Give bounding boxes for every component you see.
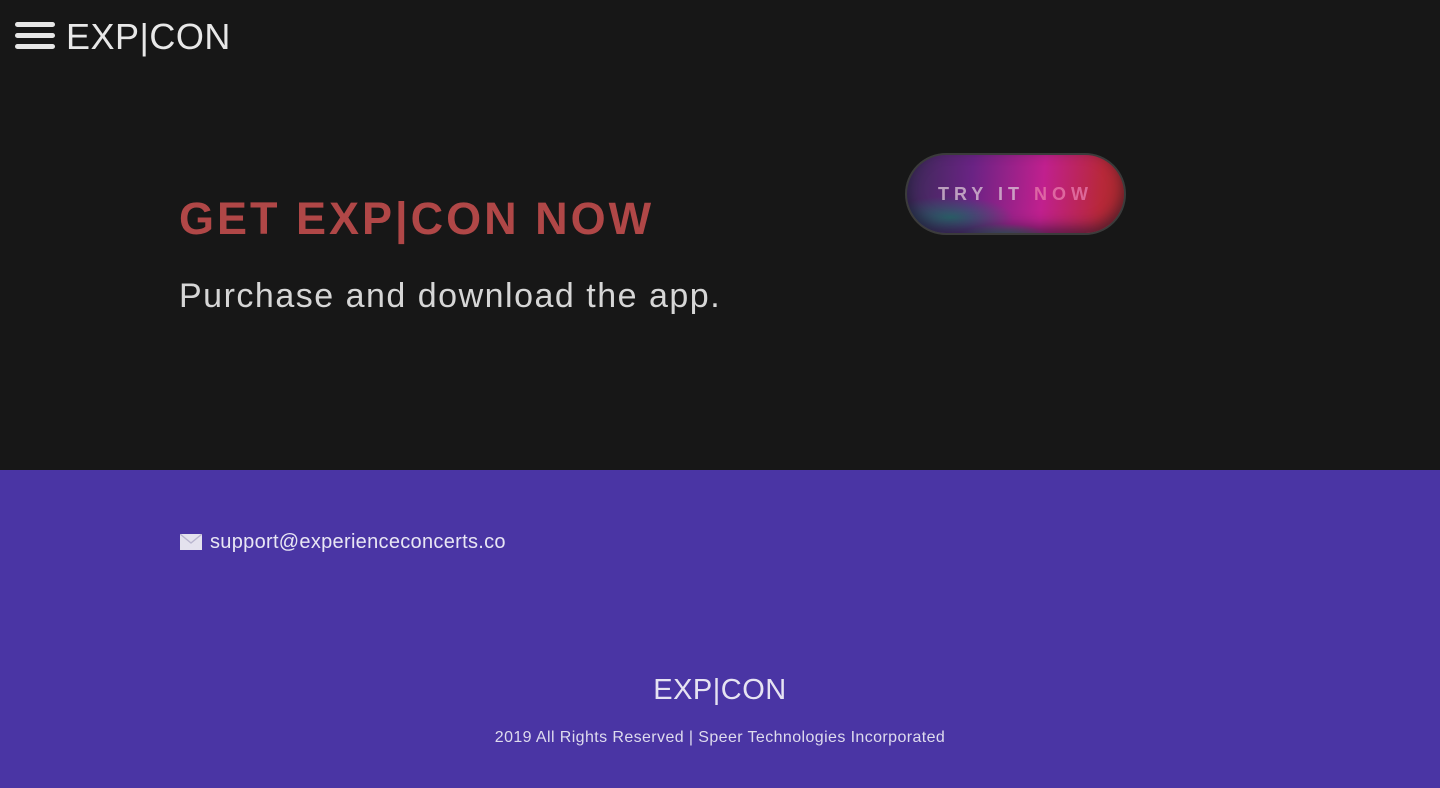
hero-subline: Purchase and download the app. [179, 277, 722, 315]
header-logo[interactable]: EXP|CON [66, 16, 231, 58]
footer: support@experienceconcerts.co EXP|CON 20… [0, 470, 1440, 788]
try-button-label-part1: TRY IT [937, 183, 1034, 204]
hero-headline: GET EXP|CON NOW [179, 193, 655, 244]
try-it-now-button[interactable]: TRY IT NOW [905, 153, 1126, 235]
footer-logo: EXP|CON [653, 674, 787, 706]
hero-section: EXP|CON GET EXP|CON NOW Purchase and dow… [0, 0, 1440, 470]
menu-line [15, 44, 55, 49]
try-button-label-part2: NOW [1034, 183, 1093, 204]
envelope-icon [180, 534, 202, 550]
menu-line [15, 33, 55, 38]
copyright-text: 2019 All Rights Reserved | Speer Technol… [494, 729, 946, 746]
menu-line [15, 22, 55, 27]
support-email: support@experienceconcerts.co [210, 531, 506, 553]
hamburger-menu-icon[interactable] [15, 22, 55, 50]
page: EXP|CON GET EXP|CON NOW Purchase and dow… [0, 0, 1440, 788]
support-email-link[interactable]: support@experienceconcerts.co [180, 529, 506, 555]
